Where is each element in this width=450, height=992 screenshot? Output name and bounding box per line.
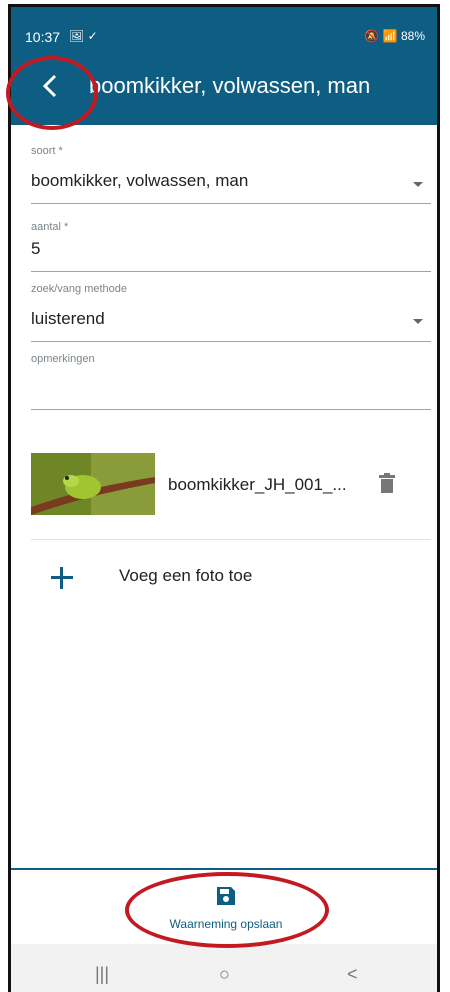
methode-dropdown[interactable]: zoek/vang methode luisterend bbox=[31, 283, 431, 342]
add-photo-button[interactable]: Voeg een foto toe bbox=[31, 557, 431, 597]
frog-photo-image bbox=[31, 453, 155, 515]
annotation-circle-save bbox=[125, 872, 329, 948]
soort-value: boomkikker, volwassen, man bbox=[31, 171, 249, 190]
aantal-value: 5 bbox=[31, 239, 41, 258]
dropdown-arrow-icon bbox=[413, 182, 423, 187]
opmerkingen-label: opmerkingen bbox=[31, 353, 95, 365]
trash-icon[interactable] bbox=[379, 473, 395, 493]
back-icon[interactable]: < bbox=[347, 964, 358, 985]
status-bar: 10:37 🖼 ✓ 🔕 📶 88% bbox=[11, 7, 437, 51]
status-notification-icons: 🖼 ✓ bbox=[69, 29, 98, 43]
home-icon[interactable]: ○ bbox=[219, 964, 230, 985]
add-photo-label: Voeg een foto toe bbox=[119, 566, 253, 585]
status-system-icons: 🔕 📶 88% bbox=[364, 29, 425, 43]
opmerkingen-field[interactable]: opmerkingen bbox=[31, 353, 431, 410]
photo-thumbnail[interactable] bbox=[31, 453, 155, 515]
methode-label: zoek/vang methode bbox=[31, 283, 128, 295]
soort-label: soort * bbox=[31, 145, 63, 157]
plus-icon bbox=[51, 567, 73, 589]
divider bbox=[31, 539, 431, 540]
aantal-label: aantal * bbox=[31, 221, 69, 233]
status-time: 10:37 bbox=[25, 29, 61, 45]
soort-dropdown[interactable]: soort * boomkikker, volwassen, man bbox=[31, 141, 431, 204]
annotation-circle-back bbox=[6, 56, 98, 130]
page-title: boomkikker, volwassen, man bbox=[89, 73, 371, 98]
recent-apps-icon[interactable]: ||| bbox=[95, 964, 109, 985]
dropdown-arrow-icon bbox=[413, 319, 423, 324]
methode-value: luisterend bbox=[31, 309, 105, 328]
photo-filename: boomkikker_JH_001_... bbox=[168, 475, 347, 494]
photo-item: boomkikker_JH_001_... bbox=[31, 449, 431, 539]
phone-screen: 10:37 🖼 ✓ 🔕 📶 88% boomkikker, volwassen,… bbox=[8, 4, 440, 992]
aantal-field[interactable]: aantal * 5 bbox=[31, 221, 431, 272]
system-nav-bar: ||| ○ < bbox=[11, 944, 437, 992]
